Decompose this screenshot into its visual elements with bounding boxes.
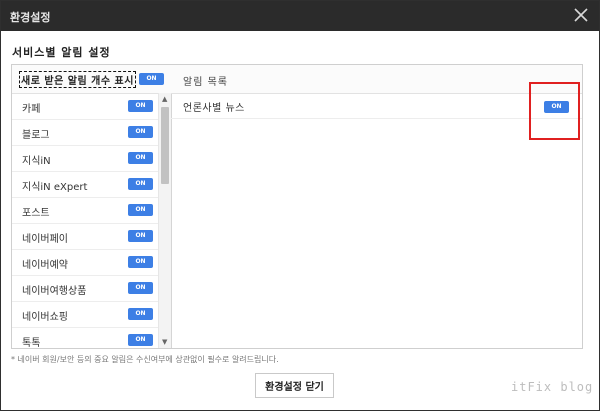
notification-list-header: 알림 목록 [171, 65, 582, 94]
close-settings-button[interactable]: 환경설정 닫기 [255, 373, 334, 398]
service-toggle[interactable]: ON [128, 152, 153, 164]
scroll-down-arrow-icon[interactable]: ▼ [162, 338, 167, 346]
service-toggle[interactable]: ON [128, 178, 153, 190]
service-label: 지식iN [22, 156, 51, 167]
settings-window: 환경설정 서비스별 알림 설정 새로 받은 알림 개수 표시 ON 카페 ON … [0, 0, 600, 411]
notification-label: 언론사별 뉴스 [183, 103, 245, 114]
highlight-box [529, 82, 580, 140]
list-item: 지식iN eXpert ON [12, 171, 158, 198]
list-item: 포스트 ON [12, 197, 158, 224]
service-list-header: 새로 받은 알림 개수 표시 ON [12, 65, 171, 94]
list-item: 지식iN ON [12, 145, 158, 172]
service-toggle[interactable]: ON [128, 308, 153, 320]
list-item: 네이버페이 ON [12, 223, 158, 250]
service-label: 포스트 [22, 208, 50, 219]
unread-count-label: 새로 받은 알림 개수 표시 [19, 71, 136, 88]
service-toggle[interactable]: ON [128, 100, 153, 112]
service-toggle[interactable]: ON [128, 256, 153, 268]
service-list-pane: 새로 받은 알림 개수 표시 ON 카페 ON 블로그 ON 지식iN ON 지… [12, 65, 172, 348]
list-item: 네이버예약 ON [12, 249, 158, 276]
list-item: 카페 ON [12, 93, 158, 120]
service-list-scrollbar[interactable]: ▲ ▼ [158, 93, 171, 348]
scroll-up-arrow-icon[interactable]: ▲ [162, 95, 167, 103]
unread-count-toggle[interactable]: ON [139, 73, 164, 85]
service-label: 네이버예약 [22, 260, 68, 271]
list-item: 네이버여행상품 ON [12, 275, 158, 302]
watermark: itFix blog [511, 380, 594, 394]
list-item: 언론사별 뉴스 ON [171, 93, 582, 119]
settings-panel: 새로 받은 알림 개수 표시 ON 카페 ON 블로그 ON 지식iN ON 지… [11, 64, 583, 349]
service-toggle[interactable]: ON [128, 334, 153, 346]
service-label: 네이버여행상품 [22, 286, 87, 297]
service-list: 카페 ON 블로그 ON 지식iN ON 지식iN eXpert ON 포스트 [12, 93, 158, 348]
service-label: 네이버페이 [22, 234, 68, 245]
title-bar: 환경설정 [1, 1, 599, 31]
service-label: 카페 [22, 104, 41, 115]
list-item: 블로그 ON [12, 119, 158, 146]
section-heading: 서비스별 알림 설정 [12, 46, 111, 59]
close-icon[interactable] [573, 7, 589, 23]
window-title: 환경설정 [10, 11, 51, 24]
list-item: 톡톡 ON [12, 327, 158, 348]
service-label: 블로그 [22, 130, 50, 141]
service-label: 톡톡 [22, 338, 41, 348]
service-label: 네이버쇼핑 [22, 312, 68, 323]
service-toggle[interactable]: ON [128, 282, 153, 294]
service-toggle[interactable]: ON [128, 204, 153, 216]
service-toggle[interactable]: ON [128, 126, 153, 138]
scrollbar-thumb[interactable] [161, 107, 169, 184]
list-item: 네이버쇼핑 ON [12, 301, 158, 328]
service-label: 지식iN eXpert [22, 182, 88, 193]
footer-note: * 네이버 회원/보안 등의 중요 알림은 수신여부에 상관없이 필수로 알려드… [11, 355, 279, 364]
service-toggle[interactable]: ON [128, 230, 153, 242]
notification-list-title: 알림 목록 [183, 77, 228, 88]
